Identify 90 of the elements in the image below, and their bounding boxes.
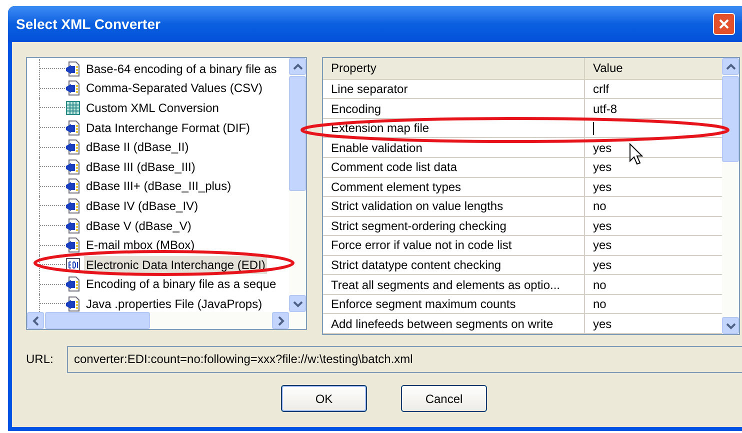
table-cell-text: no	[593, 296, 606, 314]
table-cell-text: yes	[593, 237, 612, 254]
tree-line	[39, 98, 65, 118]
plug-document-icon	[65, 80, 81, 96]
table-cell: Strict datatype content checking	[323, 256, 585, 274]
table-cell: Force error if value not in code list	[323, 236, 585, 255]
plug-document-icon	[65, 60, 81, 77]
caret-icon	[30, 316, 40, 326]
scroll-up-button[interactable]	[289, 58, 306, 75]
tree-item[interactable]: E-mail mbox (MBox)	[84, 236, 197, 254]
tree-item[interactable]: dBase III (dBase_III)	[84, 158, 198, 176]
tree-item[interactable]: Data Interchange Format (DIF)	[84, 118, 252, 137]
close-icon	[718, 18, 730, 30]
table-cell-text: yes	[593, 159, 612, 176]
table-cell: Line separator	[323, 80, 585, 98]
table-cell: Enable validation	[323, 138, 585, 158]
tree-line	[39, 254, 65, 275]
scroll-down-button[interactable]	[289, 295, 306, 312]
scroll-up-button[interactable]	[722, 58, 739, 75]
plug-document-icon	[65, 158, 81, 175]
table-cell-text: yes	[593, 218, 612, 235]
horizontal-scrollbar[interactable]	[27, 312, 306, 329]
tree-line	[39, 176, 65, 196]
tree-item[interactable]: Electronic Data Interchange (EDI)	[84, 256, 268, 274]
close-button[interactable]	[713, 13, 735, 35]
tree-line	[39, 216, 65, 236]
scroll-thumb[interactable]	[45, 312, 150, 329]
tree-item[interactable]: dBase II (dBase_II)	[84, 138, 191, 156]
text-caret	[593, 122, 594, 135]
table-cell: Strict segment-ordering checking	[323, 216, 585, 236]
caret-icon	[726, 62, 736, 72]
column-header[interactable]: Value	[585, 58, 722, 79]
table-cell-text: yes	[593, 257, 612, 274]
tree-item[interactable]: dBase III+ (dBase_III_plus)	[84, 177, 234, 196]
plug-document-icon	[65, 296, 81, 312]
tree-line	[39, 196, 65, 216]
tree-item[interactable]: Base-64 encoding of a binary file as	[84, 60, 279, 78]
plug-document-icon	[65, 237, 81, 254]
table-icon	[65, 100, 81, 116]
vertical-scrollbar[interactable]	[722, 58, 739, 334]
tree-item[interactable]: Custom XML Conversion	[84, 98, 221, 117]
tree-line	[39, 59, 65, 79]
table-cell-text: no	[593, 198, 606, 216]
table-cell: Encoding	[323, 99, 585, 118]
ok-button[interactable]: OK	[281, 385, 367, 412]
tree-line	[39, 274, 65, 294]
table-cell-text: utf-8	[593, 100, 618, 118]
tree-line	[39, 118, 65, 138]
table-cell: Add linefeeds between segments on write	[323, 314, 585, 333]
mouse-pointer-icon	[629, 143, 643, 165]
scroll-down-button[interactable]	[722, 317, 739, 334]
vertical-scrollbar[interactable]	[289, 58, 306, 312]
tree-item[interactable]: Encoding of a binary file as a seque	[84, 275, 278, 294]
scroll-left-button[interactable]	[27, 312, 44, 329]
cancel-button[interactable]: Cancel	[401, 385, 487, 412]
tree-item[interactable]: dBase V (dBase_V)	[84, 216, 194, 235]
column-header[interactable]: Property	[323, 58, 585, 79]
tree-line	[39, 156, 65, 177]
scroll-thumb[interactable]	[289, 76, 306, 191]
table-cell-text: yes	[593, 178, 612, 196]
table-cell: Treat all segments and elements as optio...	[323, 275, 585, 294]
caret-icon	[726, 320, 736, 330]
tree-line	[39, 78, 65, 98]
plug-document-icon	[65, 276, 81, 292]
tree-item[interactable]: dBase IV (dBase_IV)	[84, 196, 200, 215]
plug-document-icon	[65, 178, 81, 194]
plug-document-icon	[65, 139, 81, 156]
window-title: Select XML Converter	[16, 14, 160, 34]
table-cell: Strict validation on value lengths	[323, 197, 585, 216]
table-cell: Enforce segment maximum counts	[323, 294, 585, 314]
plug-document-icon	[65, 198, 81, 214]
document-icon	[65, 256, 81, 273]
plug-document-icon	[65, 218, 81, 234]
table-cell: Extension map file	[323, 118, 585, 138]
table-cell-text: no	[593, 276, 606, 294]
url-field[interactable]: converter:EDI:count=no:following=xxx?file://w:\testing\batch.xml	[67, 346, 742, 372]
scroll-thumb[interactable]	[722, 76, 739, 162]
caret-icon	[292, 62, 302, 72]
table-cell-text: yes	[593, 316, 612, 333]
table-cell-text: crlf	[593, 81, 609, 98]
table-cell-text: yes	[593, 140, 612, 157]
table-cell: Comment element types	[323, 178, 585, 196]
scroll-right-button[interactable]	[272, 312, 289, 329]
plug-document-icon	[65, 120, 81, 136]
url-label: URL:	[26, 351, 54, 368]
tree-item[interactable]: Java .properties File (JavaProps)	[84, 294, 264, 312]
tree-line	[39, 235, 65, 255]
tree-item[interactable]: Comma-Separated Values (CSV)	[84, 79, 265, 98]
tree-line	[39, 137, 65, 157]
table-cell: Comment code list data	[323, 158, 585, 177]
